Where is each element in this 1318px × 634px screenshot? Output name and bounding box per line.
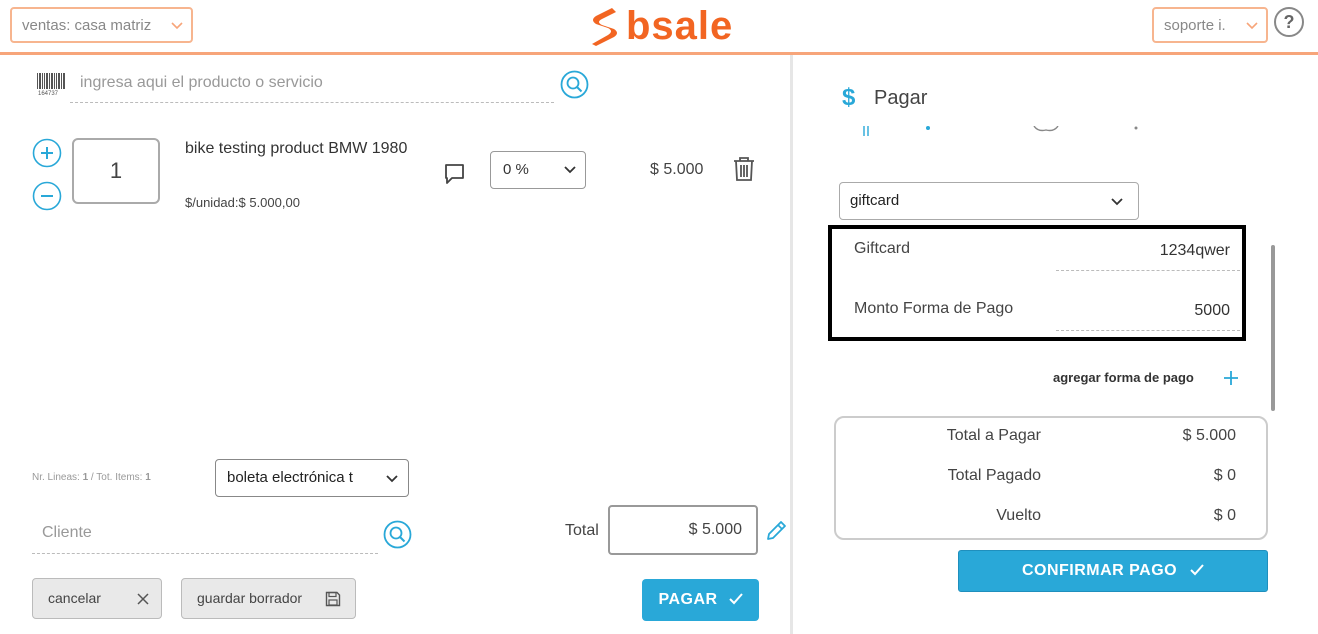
- items-count: 1: [145, 472, 151, 483]
- pay-label: PAGAR: [658, 591, 718, 608]
- search-icon[interactable]: [560, 70, 589, 99]
- total-value: $ 5.000: [608, 505, 758, 555]
- amount-underline: [1056, 330, 1240, 331]
- comment-icon[interactable]: [443, 162, 467, 186]
- save-draft-button[interactable]: guardar borrador: [181, 578, 356, 619]
- payment-method-value: giftcard: [850, 192, 900, 209]
- total-to-pay-value: $ 5.000: [1182, 427, 1236, 444]
- top-header: ventas: casa matriz bsale soporte i. ?: [0, 0, 1318, 55]
- document-type-value: boleta electrónica t: [227, 469, 353, 486]
- total-paid-label: Total Pagado: [947, 467, 1041, 484]
- barcode-number: 164737: [38, 91, 59, 96]
- change-value: $ 0: [1213, 507, 1236, 524]
- logo-text: bsale: [626, 4, 734, 48]
- client-input[interactable]: Cliente: [42, 524, 92, 542]
- save-draft-label: guardar borrador: [197, 590, 303, 606]
- payment-methods-partial-icons: [863, 126, 1138, 136]
- giftcard-code-input[interactable]: 1234qwer: [1056, 242, 1230, 260]
- check-icon: [728, 593, 743, 605]
- chevron-down-icon: [171, 22, 183, 30]
- cancel-button[interactable]: cancelar: [32, 578, 162, 619]
- discount-value: 0 %: [503, 161, 529, 178]
- panel-divider: [790, 55, 793, 634]
- increase-quantity-button[interactable]: [32, 138, 62, 168]
- plus-icon[interactable]: [1223, 370, 1239, 386]
- total-label: Total: [565, 522, 599, 539]
- close-icon: [137, 593, 149, 605]
- line-item-counts: Nr. Lineas: 1 / Tot. Items: 1: [32, 472, 151, 483]
- barcode-icon[interactable]: 164737: [36, 72, 68, 96]
- chevron-down-icon: [386, 475, 398, 483]
- giftcard-underline: [1056, 270, 1240, 271]
- search-underline: [70, 102, 554, 103]
- branch-select-value: ventas: casa matriz: [22, 16, 152, 34]
- cancel-label: cancelar: [48, 590, 101, 606]
- discount-select[interactable]: 0 %: [490, 151, 586, 189]
- payment-method-select[interactable]: giftcard: [839, 182, 1139, 220]
- total-paid-value: $ 0: [1213, 467, 1236, 484]
- lines-label: Nr. Lineas:: [32, 472, 83, 483]
- client-search-icon[interactable]: [383, 520, 412, 549]
- line-price: $ 5.000: [650, 161, 704, 178]
- amount-input[interactable]: 5000: [1056, 302, 1230, 320]
- branch-select[interactable]: ventas: casa matriz: [10, 7, 193, 43]
- confirm-payment-label: CONFIRMAR PAGO: [1021, 562, 1178, 579]
- decrease-quantity-button[interactable]: [32, 181, 62, 211]
- add-payment-method-link[interactable]: agregar forma de pago: [1053, 370, 1194, 385]
- items-label: / Tot. Items:: [88, 472, 146, 483]
- pencil-icon[interactable]: [764, 519, 788, 543]
- check-icon: [1190, 564, 1204, 576]
- unit-price: $/unidad:$ 5.000,00: [185, 195, 300, 210]
- user-select-value: soporte i.: [1164, 16, 1226, 34]
- document-type-select[interactable]: boleta electrónica t: [215, 459, 409, 497]
- dollar-icon: $: [842, 84, 856, 111]
- user-select[interactable]: soporte i.: [1152, 7, 1268, 43]
- save-icon: [325, 591, 341, 607]
- amount-label: Monto Forma de Pago: [854, 300, 1014, 317]
- product-search-input[interactable]: ingresa aqui el producto o servicio: [80, 74, 323, 92]
- product-name: bike testing product BMW 1980: [185, 140, 408, 157]
- total-to-pay-label: Total a Pagar: [946, 427, 1041, 444]
- giftcard-label: Giftcard: [854, 240, 911, 257]
- trash-icon[interactable]: [733, 156, 755, 182]
- payment-scrollbar[interactable]: [1271, 245, 1275, 411]
- quantity-input[interactable]: 1: [72, 138, 160, 204]
- help-button[interactable]: ?: [1274, 7, 1304, 37]
- chevron-down-icon: [564, 166, 576, 174]
- chevron-down-icon: [1111, 198, 1123, 206]
- bsale-s-icon: [592, 8, 617, 46]
- client-underline: [32, 553, 378, 554]
- pay-button[interactable]: PAGAR: [642, 579, 759, 621]
- bsale-logo[interactable]: bsale: [586, 4, 733, 48]
- change-label: Vuelto: [996, 507, 1041, 524]
- chevron-down-icon: [1246, 22, 1258, 30]
- payment-title: Pagar: [874, 87, 928, 109]
- confirm-payment-button[interactable]: CONFIRMAR PAGO: [958, 550, 1268, 592]
